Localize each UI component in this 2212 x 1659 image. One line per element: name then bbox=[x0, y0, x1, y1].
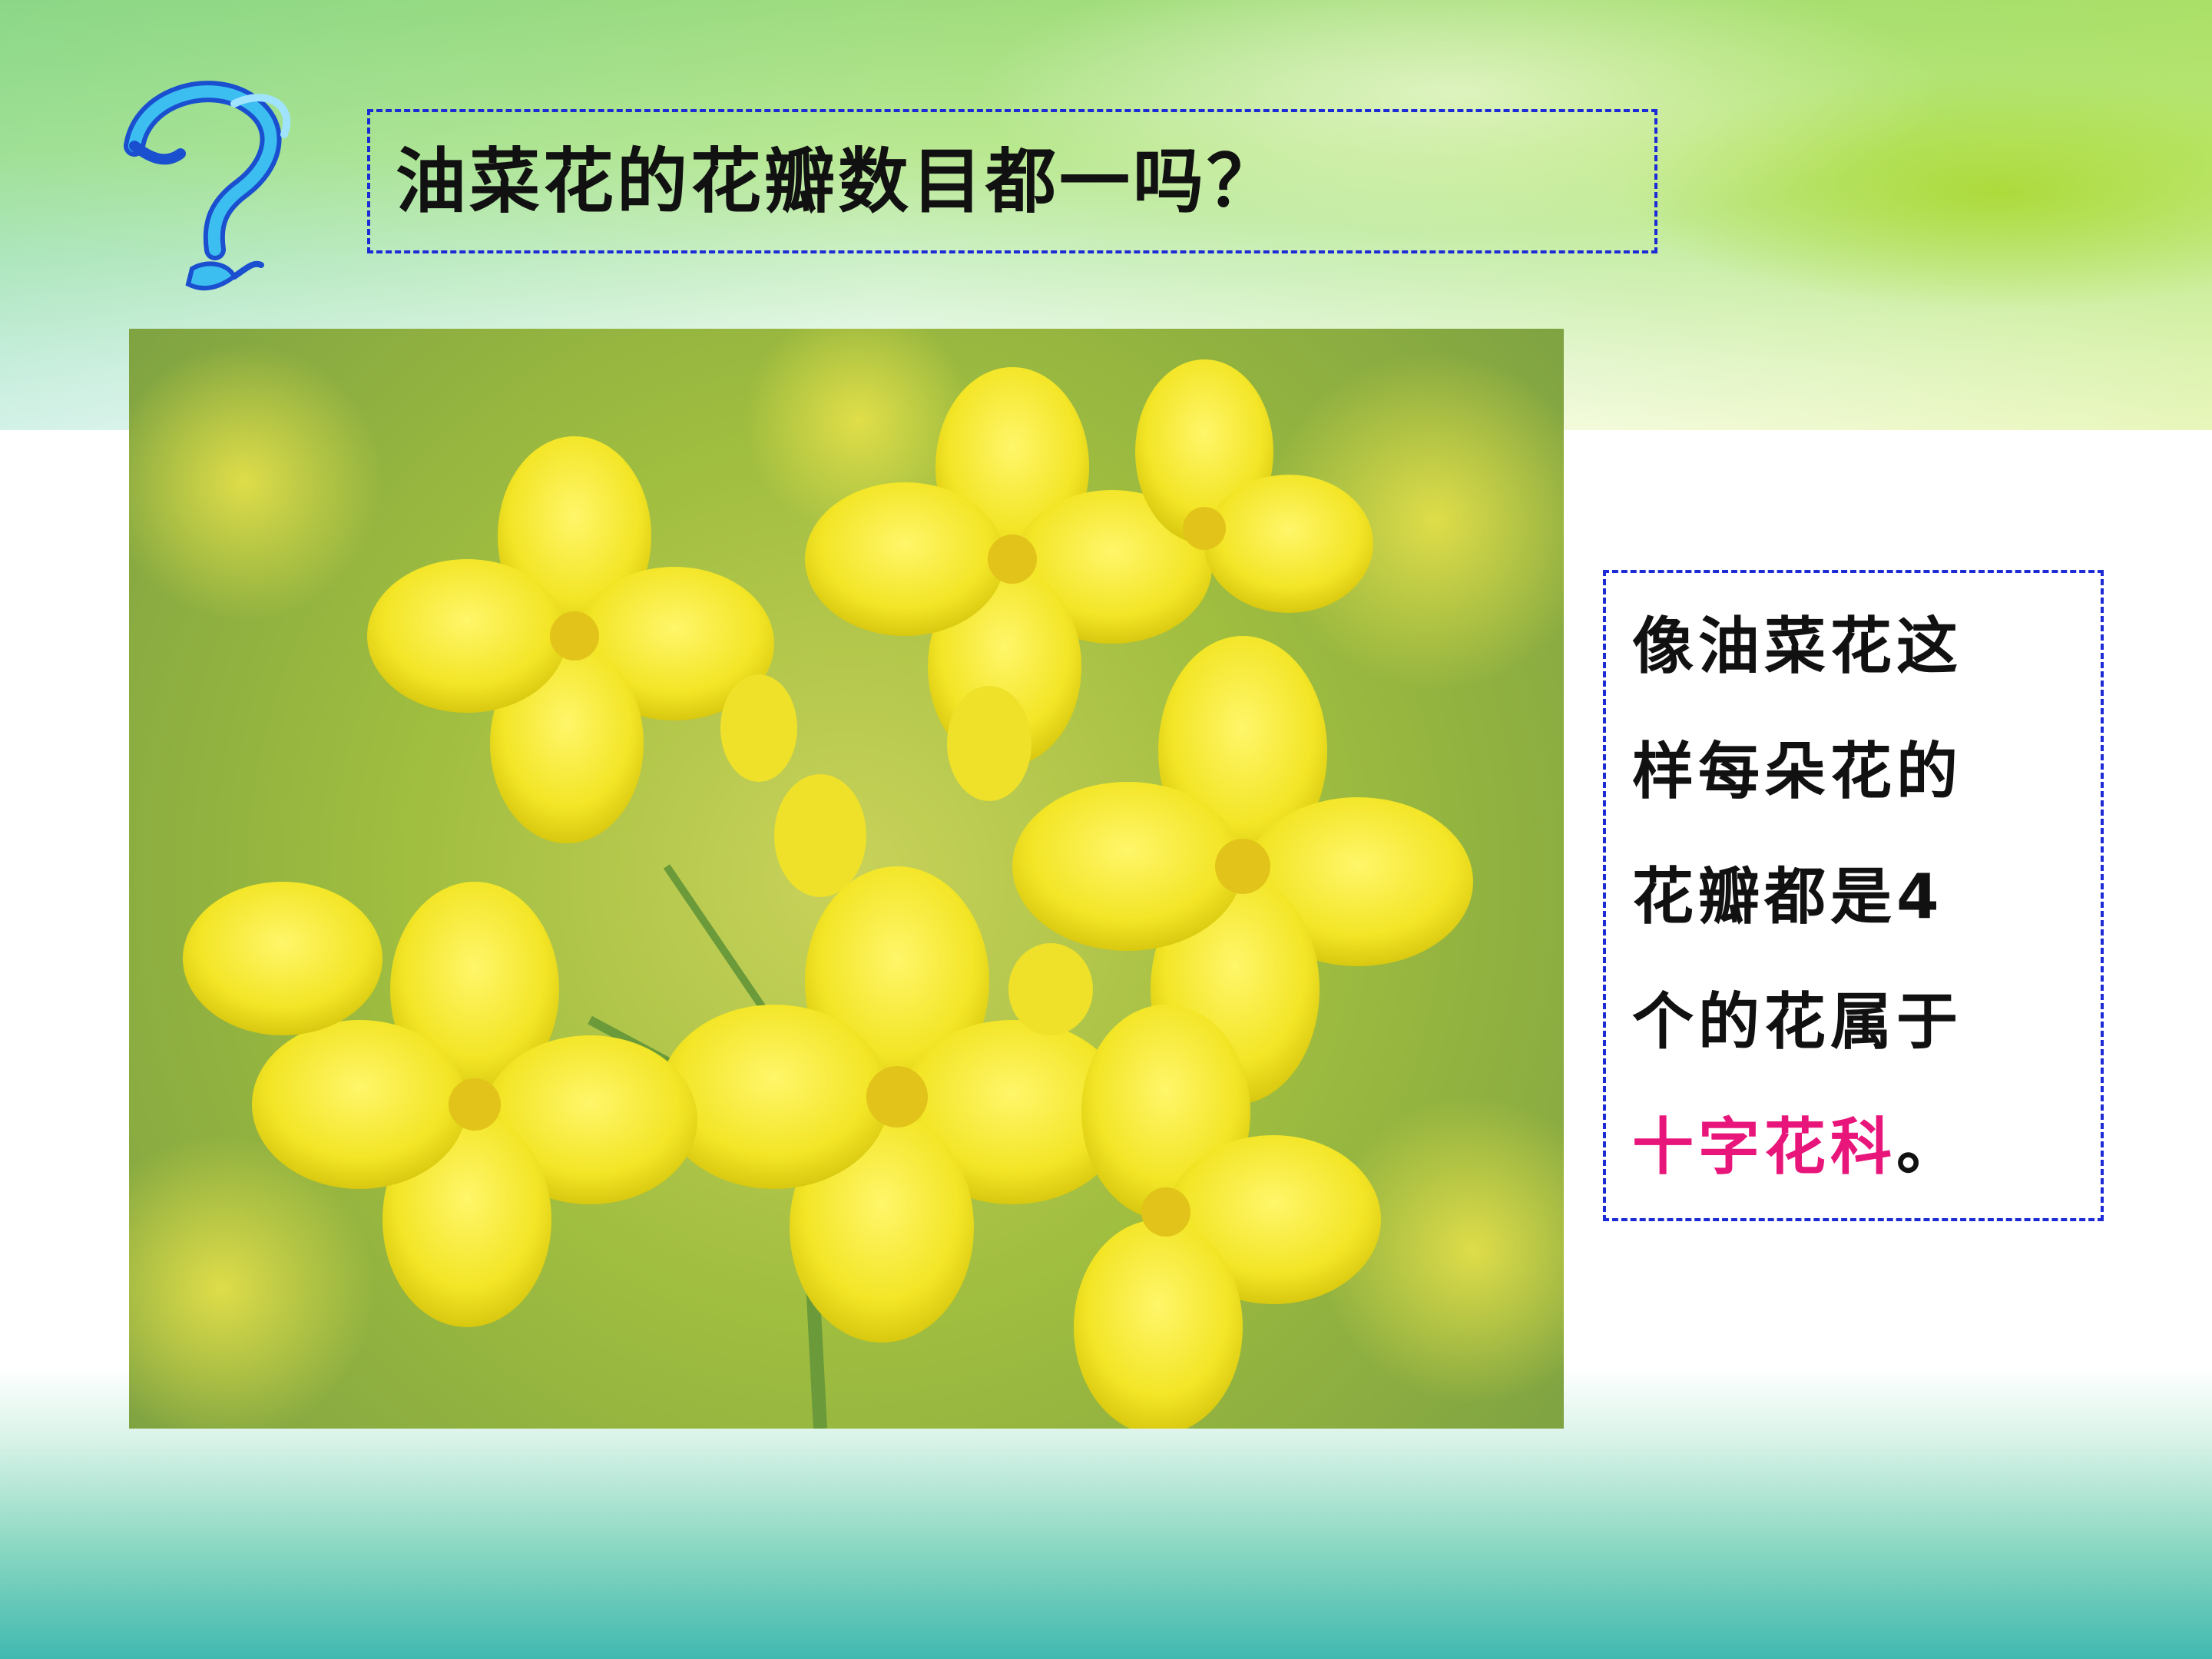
info-line-2: 样每朵花的 bbox=[1632, 736, 1962, 807]
info-line-3: 花瓣都是4 bbox=[1632, 861, 1944, 932]
slide: 油菜花的花瓣数目都一吗？ 像油菜花这 样每朵花的 花瓣都是4 个的花属于 十字花… bbox=[0, 0, 2212, 1659]
info-line-5: 十字花科。 bbox=[1632, 1101, 1962, 1194]
slide-title: 油菜花的花瓣数目都一吗？ bbox=[396, 141, 1281, 223]
flower-photo bbox=[129, 329, 1564, 1429]
info-line-1: 像油菜花这 bbox=[1632, 611, 1962, 682]
highlight-term: 十字花科 bbox=[1632, 1111, 1896, 1183]
question-mark-icon bbox=[119, 73, 307, 303]
info-line-4: 个的花属于 bbox=[1632, 986, 1962, 1058]
end-punct: 。 bbox=[1896, 1111, 1962, 1183]
